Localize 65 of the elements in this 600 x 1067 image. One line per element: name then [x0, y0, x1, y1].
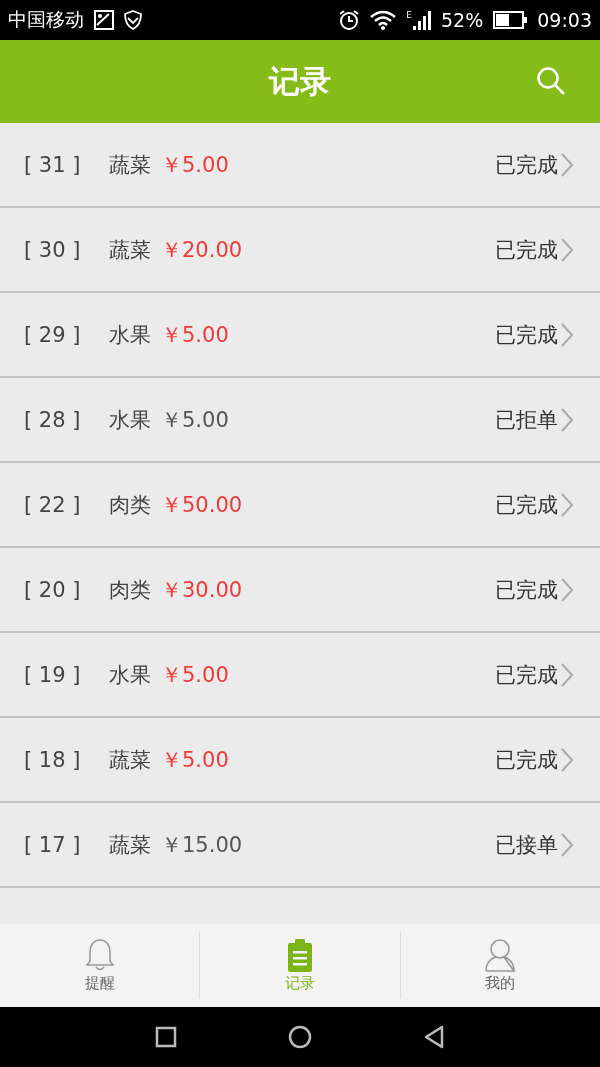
record-status: 已完成: [495, 576, 558, 604]
record-amount: ￥5.00: [161, 321, 229, 349]
record-status: 已完成: [495, 661, 558, 689]
chevron-right-icon: [560, 406, 574, 433]
record-status: 已完成: [495, 746, 558, 774]
clock-time: 09:03: [537, 9, 592, 31]
record-category: 肉类: [109, 491, 151, 519]
record-status: 已完成: [495, 321, 558, 349]
shield-icon: [124, 10, 142, 30]
record-category: 蔬菜: [109, 831, 151, 859]
home-icon[interactable]: [288, 1025, 312, 1049]
alarm-clock-icon: [338, 9, 361, 31]
record-category: 肉类: [109, 576, 151, 604]
battery-percentage: 52%: [441, 9, 484, 31]
record-number: [ 22 ]: [24, 492, 82, 517]
page-title: 记录: [269, 61, 331, 101]
record-number: [ 28 ]: [24, 407, 82, 432]
record-amount: ￥5.00: [161, 406, 229, 434]
record-number: [ 31 ]: [24, 152, 82, 177]
signal-icon: [413, 10, 431, 30]
record-category: 水果: [109, 661, 151, 689]
battery-icon: [493, 11, 528, 29]
bell-icon: [84, 938, 115, 972]
chevron-right-icon: [560, 576, 574, 603]
record-amount: ￥5.00: [161, 661, 229, 689]
recent-apps-icon[interactable]: [155, 1026, 178, 1048]
carrier-name: 中国移动: [8, 7, 84, 32]
person-icon: [484, 938, 517, 972]
record-category: 水果: [109, 321, 151, 349]
record-number: [ 30 ]: [24, 237, 82, 262]
chevron-right-icon: [560, 151, 574, 178]
chevron-right-icon: [560, 746, 574, 773]
record-amount: ￥20.00: [161, 236, 243, 264]
record-amount: ￥5.00: [161, 746, 229, 774]
record-status: 已完成: [495, 151, 558, 179]
back-icon[interactable]: [422, 1025, 445, 1049]
record-category: 蔬菜: [109, 746, 151, 774]
nav-tab[interactable]: 我的: [399, 932, 600, 999]
chevron-right-icon: [560, 831, 574, 858]
record-amount: ￥30.00: [161, 576, 243, 604]
record-status: 已完成: [495, 236, 558, 264]
wifi-icon: [370, 10, 397, 30]
record-status: 已完成: [495, 491, 558, 519]
record-category: 蔬菜: [109, 236, 151, 264]
chevron-right-icon: [560, 321, 574, 348]
chevron-right-icon: [560, 491, 574, 518]
record-status: 已接单: [495, 831, 558, 859]
chevron-right-icon: [560, 236, 574, 263]
record-amount: ￥5.00: [161, 151, 229, 179]
nav-tab[interactable]: 提醒: [0, 932, 200, 999]
record-number: [ 19 ]: [24, 662, 82, 687]
record-amount: ￥15.00: [161, 831, 243, 859]
record-category: 水果: [109, 406, 151, 434]
record-number: [ 29 ]: [24, 322, 82, 347]
record-number: [ 17 ]: [24, 832, 82, 857]
record-status: 已拒单: [495, 406, 558, 434]
image-icon: [94, 10, 114, 30]
chevron-right-icon: [560, 661, 574, 688]
record-amount: ￥50.00: [161, 491, 243, 519]
search-icon: [536, 66, 566, 96]
network-type: E: [406, 10, 412, 20]
record-number: [ 18 ]: [24, 747, 82, 772]
record-category: 蔬菜: [109, 151, 151, 179]
record-number: [ 20 ]: [24, 577, 82, 602]
clipboard-icon: [287, 938, 313, 972]
